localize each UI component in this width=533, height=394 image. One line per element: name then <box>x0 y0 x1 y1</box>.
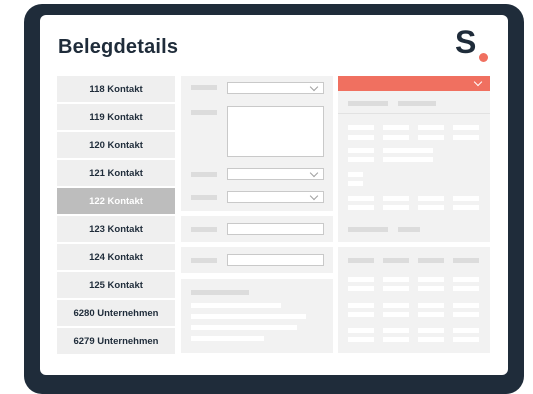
list-item-label: 6280 Unternehmen <box>73 307 159 319</box>
placeholder-header <box>348 258 374 263</box>
placeholder-label <box>348 101 388 106</box>
text-input[interactable] <box>227 254 324 266</box>
contact-list: 118 Kontakt 119 Kontakt 120 Kontakt 121 … <box>57 76 175 356</box>
divider <box>338 113 490 114</box>
placeholder-cell <box>453 135 479 140</box>
list-item-label: 119 Kontakt <box>89 111 143 123</box>
placeholder-cell <box>418 277 444 282</box>
placeholder-cell <box>383 328 409 333</box>
placeholder-cell <box>348 286 374 291</box>
dropdown-field[interactable] <box>227 191 324 203</box>
list-item[interactable]: 124 Kontakt <box>57 244 175 270</box>
placeholder-cell <box>453 286 479 291</box>
placeholder-cell <box>383 337 409 342</box>
placeholder-cell <box>348 277 374 282</box>
list-item[interactable]: 123 Kontakt <box>57 216 175 242</box>
list-item-label: 124 Kontakt <box>89 251 143 263</box>
placeholder-label <box>191 195 217 200</box>
placeholder-cell <box>453 196 479 201</box>
list-item[interactable]: 118 Kontakt <box>57 76 175 102</box>
list-item[interactable]: 119 Kontakt <box>57 104 175 130</box>
list-item-label: 125 Kontakt <box>89 279 143 291</box>
placeholder-cell <box>453 125 479 130</box>
placeholder-cell <box>453 205 479 210</box>
placeholder-cell <box>418 303 444 308</box>
placeholder-cell <box>348 135 374 140</box>
placeholder-label <box>191 172 217 177</box>
list-item-label: 121 Kontakt <box>89 167 143 179</box>
list-item-label: 118 Kontakt <box>89 83 143 95</box>
placeholder-cell <box>453 277 479 282</box>
placeholder-label <box>398 227 420 232</box>
placeholder-cell <box>453 328 479 333</box>
placeholder-label <box>191 227 217 232</box>
placeholder-cell <box>383 277 409 282</box>
placeholder-cell <box>348 196 374 201</box>
list-item-selected[interactable]: 122 Kontakt <box>57 188 175 214</box>
placeholder-cell <box>348 172 363 177</box>
placeholder-cell <box>418 205 444 210</box>
logo-dot-icon <box>479 53 488 62</box>
app-screen: Belegdetails S 118 Kontakt 119 Kontakt 1… <box>40 15 508 375</box>
placeholder-cell <box>348 337 374 342</box>
logo-s-icon: S <box>455 24 477 60</box>
placeholder-cell <box>383 135 409 140</box>
placeholder-header <box>418 258 444 263</box>
placeholder-text <box>191 325 297 330</box>
placeholder-cell <box>383 125 409 130</box>
placeholder-label <box>191 85 217 90</box>
placeholder-cell <box>348 312 374 317</box>
placeholder-cell <box>453 303 479 308</box>
placeholder-cell <box>348 328 374 333</box>
list-item[interactable]: 6280 Unternehmen <box>57 300 175 326</box>
placeholder-cell <box>418 196 444 201</box>
placeholder-cell <box>383 148 433 153</box>
placeholder-label <box>348 227 388 232</box>
list-item[interactable]: 121 Kontakt <box>57 160 175 186</box>
placeholder-cell <box>348 303 374 308</box>
placeholder-label <box>191 258 217 263</box>
placeholder-cell <box>348 157 374 162</box>
placeholder-cell <box>348 181 363 186</box>
list-item[interactable]: 125 Kontakt <box>57 272 175 298</box>
list-item-label: 6279 Unternehmen <box>73 335 159 347</box>
placeholder-cell <box>453 337 479 342</box>
placeholder-cell <box>383 157 433 162</box>
list-item-label: 120 Kontakt <box>89 139 143 151</box>
placeholder-cell <box>348 125 374 130</box>
placeholder-cell <box>383 286 409 291</box>
text-input[interactable] <box>227 223 324 235</box>
placeholder-header <box>453 258 479 263</box>
placeholder-cell <box>418 328 444 333</box>
placeholder-label <box>191 110 217 115</box>
placeholder-cell <box>383 205 409 210</box>
page-title: Belegdetails <box>58 36 179 58</box>
placeholder-text <box>191 336 264 341</box>
list-item[interactable]: 120 Kontakt <box>57 132 175 158</box>
placeholder-cell <box>383 303 409 308</box>
placeholder-cell <box>383 196 409 201</box>
placeholder-cell <box>418 312 444 317</box>
list-item-label: 122 Kontakt <box>89 195 143 207</box>
placeholder-text <box>191 314 306 319</box>
placeholder-cell <box>348 205 374 210</box>
list-item[interactable]: 6279 Unternehmen <box>57 328 175 354</box>
placeholder-label <box>398 101 436 106</box>
placeholder-cell <box>418 286 444 291</box>
dropdown-field[interactable] <box>227 82 324 94</box>
accordion-header[interactable] <box>338 76 490 91</box>
textarea-field[interactable] <box>227 106 324 157</box>
placeholder-text <box>191 290 249 295</box>
placeholder-cell <box>348 148 374 153</box>
placeholder-cell <box>418 125 444 130</box>
placeholder-cell <box>453 312 479 317</box>
placeholder-cell <box>418 135 444 140</box>
placeholder-header <box>383 258 409 263</box>
placeholder-text <box>191 303 281 308</box>
list-item-label: 123 Kontakt <box>89 223 143 235</box>
placeholder-cell <box>383 312 409 317</box>
dropdown-field[interactable] <box>227 168 324 180</box>
chevron-down-icon <box>473 77 483 87</box>
placeholder-cell <box>418 337 444 342</box>
